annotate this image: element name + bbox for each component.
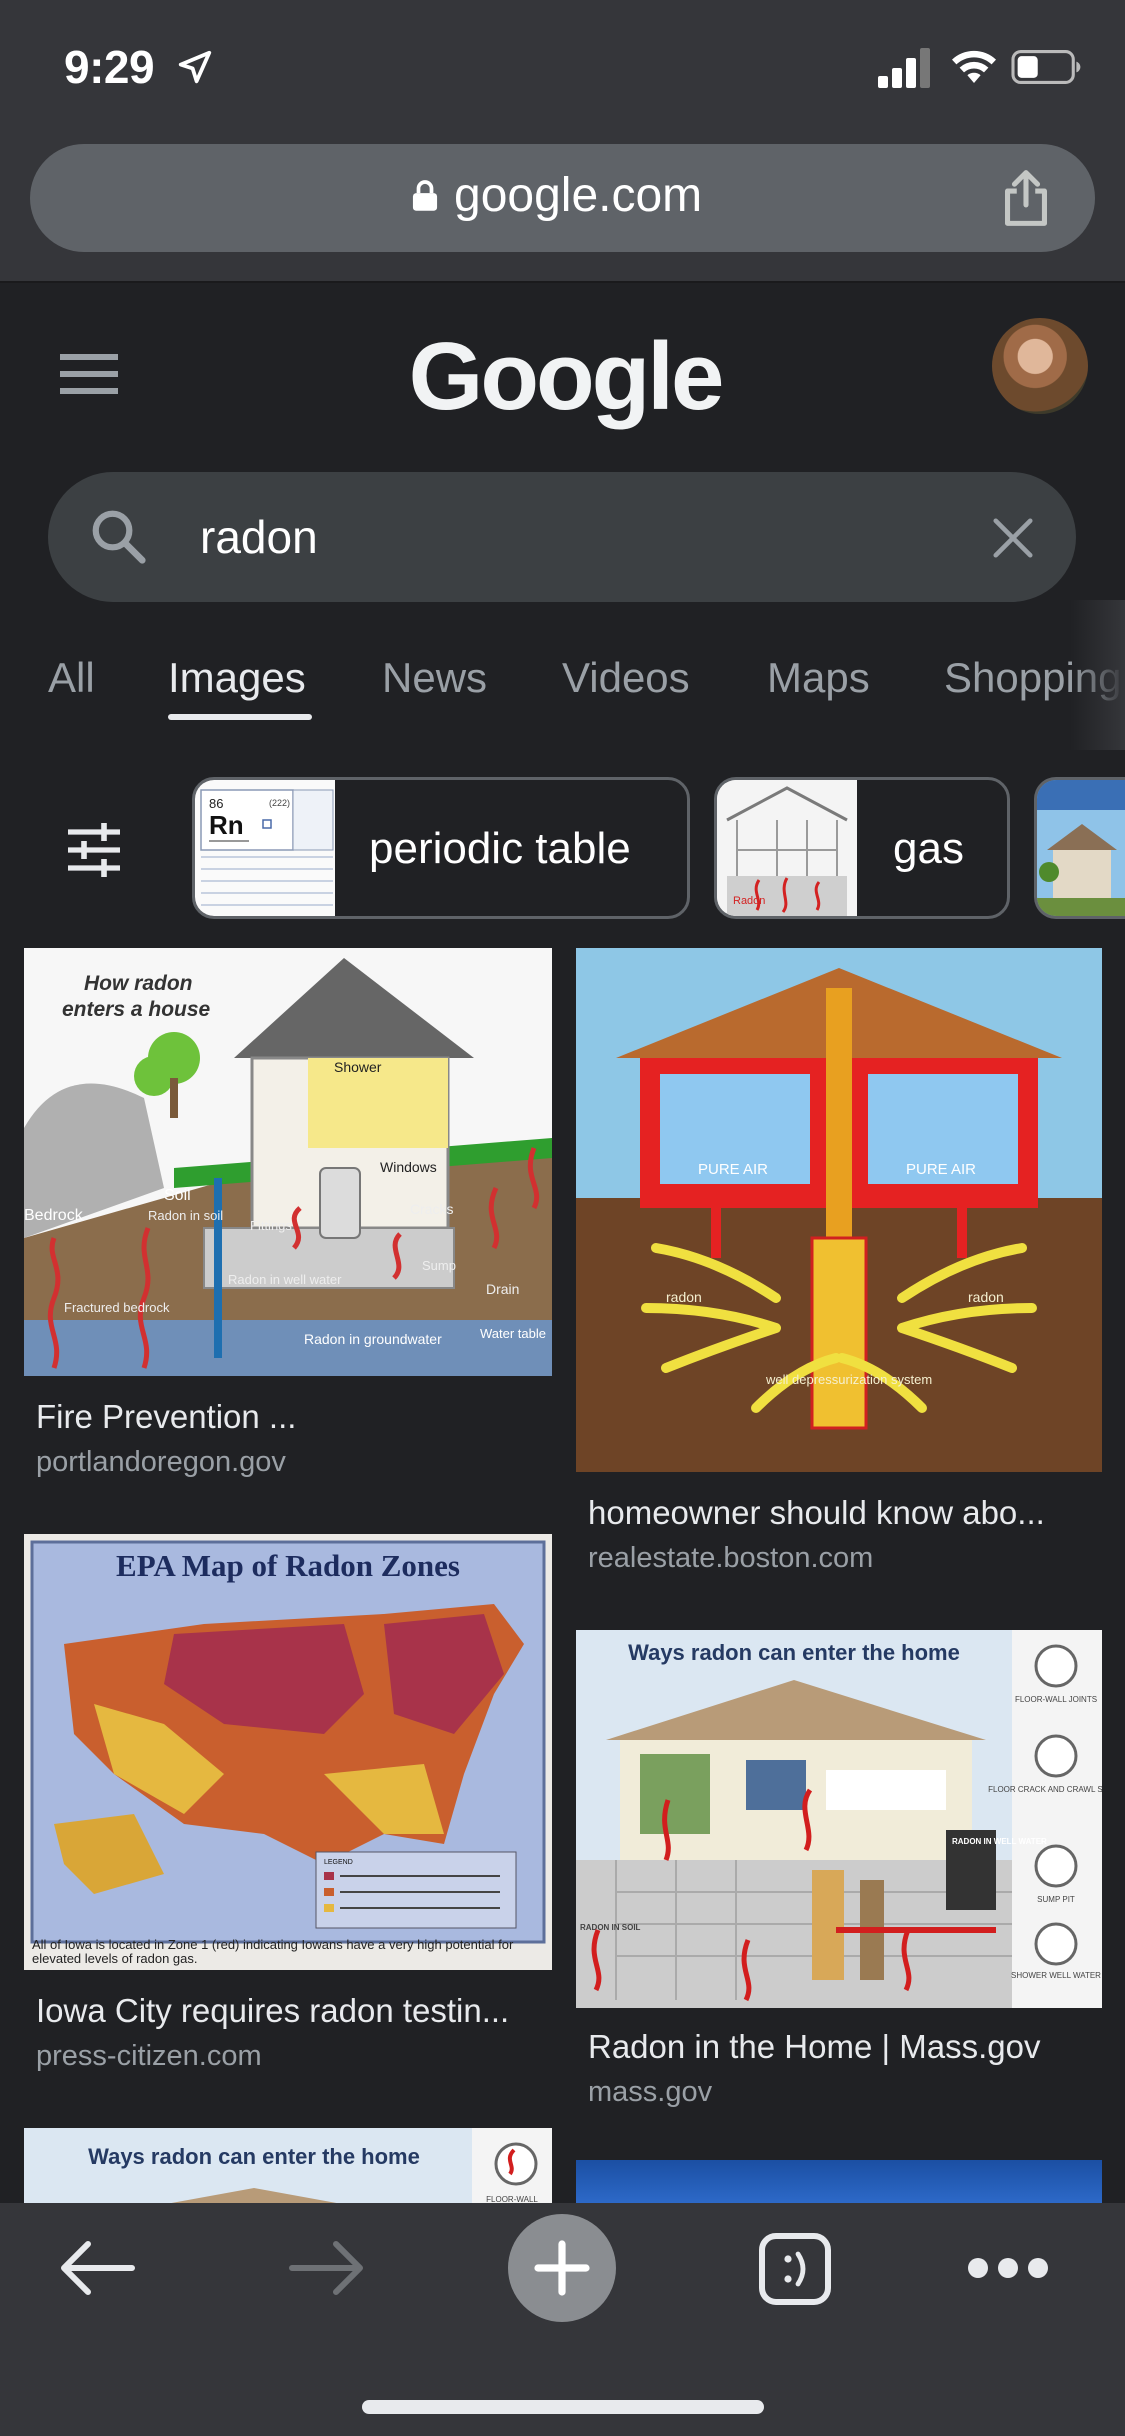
chrome-divider [0,281,1125,283]
svg-text:86: 86 [209,796,223,811]
more-menu-icon[interactable] [966,2254,1050,2282]
result-title[interactable]: homeowner should know abo... [588,1494,1045,1532]
battery-icon [1011,50,1081,84]
svg-text:Radon in groundwater: Radon in groundwater [304,1331,442,1347]
svg-text:Rn: Rn [209,810,244,840]
svg-text:radon: radon [666,1289,702,1305]
chip-label: gas [893,824,964,873]
svg-text:FLOOR CRACK AND CRAWL SPACE: FLOOR CRACK AND CRAWL SPACE [988,1785,1102,1794]
svg-text:Fittings: Fittings [250,1218,292,1233]
clear-icon[interactable] [990,515,1036,561]
svg-text:Drain: Drain [486,1281,519,1297]
forward-arrow-icon[interactable] [288,2240,366,2296]
svg-text:Bedrock: Bedrock [24,1207,84,1224]
signal-icon [878,48,930,88]
result-image-caption: All of Iowa is located in Zone 1 (red) i… [32,1938,514,1966]
result-image[interactable]: How radon enters a house Shower Windows … [24,948,552,1376]
chip-gas-thumbnail: Radon [717,780,857,916]
url-text[interactable]: google.com [454,168,702,223]
chip-partial-next[interactable] [1034,777,1125,919]
tab-switcher-icon[interactable] [758,2232,832,2306]
avatar[interactable] [992,318,1088,414]
home-indicator[interactable] [362,2400,764,2414]
search-input[interactable]: radon [200,510,318,564]
location-arrow-icon [178,50,212,84]
svg-text:EPA Map of Radon Zones: EPA Map of Radon Zones [116,1548,460,1583]
result-image[interactable] [576,2160,1102,2208]
tab-images[interactable]: Images [168,654,306,702]
svg-text:Cracks: Cracks [410,1201,454,1217]
svg-text:How radon: How radon [84,972,193,995]
svg-text:Sump: Sump [422,1258,456,1273]
svg-text:(222): (222) [269,798,290,808]
chip-label: periodic table [369,824,631,873]
svg-text:Soil: Soil [164,1187,191,1204]
new-tab-button[interactable] [508,2214,616,2322]
active-tab-indicator [168,714,312,720]
svg-text:Fractured bedrock: Fractured bedrock [64,1300,170,1315]
svg-text:SHOWER WELL WATER: SHOWER WELL WATER [1011,1971,1101,1980]
svg-text:Windows: Windows [380,1159,437,1175]
tab-news[interactable]: News [382,654,487,702]
svg-text:SUMP PIT: SUMP PIT [1037,1895,1075,1904]
svg-text:LEGEND: LEGEND [324,1859,353,1866]
svg-text:RADON IN WELL WATER: RADON IN WELL WATER [952,1837,1047,1846]
svg-text:Shower: Shower [334,1059,382,1075]
google-logo[interactable]: Google [400,322,730,432]
new-tab-plus-icon [534,2240,590,2296]
svg-text:well depressurization system: well depressurization system [765,1372,932,1387]
chip-periodic-table[interactable]: 86 (222) Rn periodic table [192,777,690,919]
svg-text:FLOOR-WALL JOINTS: FLOOR-WALL JOINTS [1015,1695,1097,1704]
lock-icon [412,180,438,211]
result-title[interactable]: Iowa City requires radon testin... [36,1992,509,2030]
result-image[interactable]: Ways radon can enter the home FLOOR-WALL [24,2128,552,2208]
svg-text:Water table: Water table [480,1326,546,1341]
svg-text:Radon: Radon [733,895,765,907]
result-image[interactable]: PURE AIR PURE AIR radon radon well depre… [576,948,1102,1472]
svg-text:PURE AIR: PURE AIR [698,1161,768,1178]
svg-text:Radon in soil: Radon in soil [148,1208,223,1223]
tab-videos[interactable]: Videos [562,654,690,702]
wifi-icon [952,50,996,83]
svg-text:enters a house: enters a house [62,998,211,1021]
svg-text:Radon in well water: Radon in well water [228,1272,342,1287]
result-image[interactable]: Ways radon can enter the home RADON IN W… [576,1630,1102,2008]
svg-text:radon: radon [968,1289,1004,1305]
chip-gas[interactable]: Radon gas [714,777,1010,919]
search-icon [92,510,146,564]
tab-maps[interactable]: Maps [767,654,870,702]
back-arrow-icon[interactable] [58,2240,136,2296]
filter-icon[interactable] [64,820,124,880]
svg-text:Ways radon can enter the home: Ways radon can enter the home [88,2144,420,2169]
result-source: press-citizen.com [36,2040,262,2072]
svg-text:PURE AIR: PURE AIR [906,1161,976,1178]
result-source: realestate.boston.com [588,1542,874,1574]
result-title[interactable]: Fire Prevention ... [36,1398,296,1436]
result-source: portlandoregon.gov [36,1446,286,1478]
share-icon[interactable] [998,168,1054,228]
hamburger-menu-icon[interactable] [60,352,118,396]
result-title[interactable]: Radon in the Home | Mass.gov [588,2028,1040,2066]
result-image[interactable]: EPA Map of Radon Zones LEGEND All of Iow… [24,1534,552,1970]
chip-periodic-table-thumbnail: 86 (222) Rn [195,780,335,916]
status-time: 9:29 [64,41,155,93]
tab-all[interactable]: All [48,654,95,702]
result-source: mass.gov [588,2076,713,2108]
svg-text:Ways radon can enter the home: Ways radon can enter the home [628,1640,960,1665]
tabs-scroll-fade [1070,600,1125,750]
svg-text:RADON IN SOIL: RADON IN SOIL [580,1923,641,1932]
